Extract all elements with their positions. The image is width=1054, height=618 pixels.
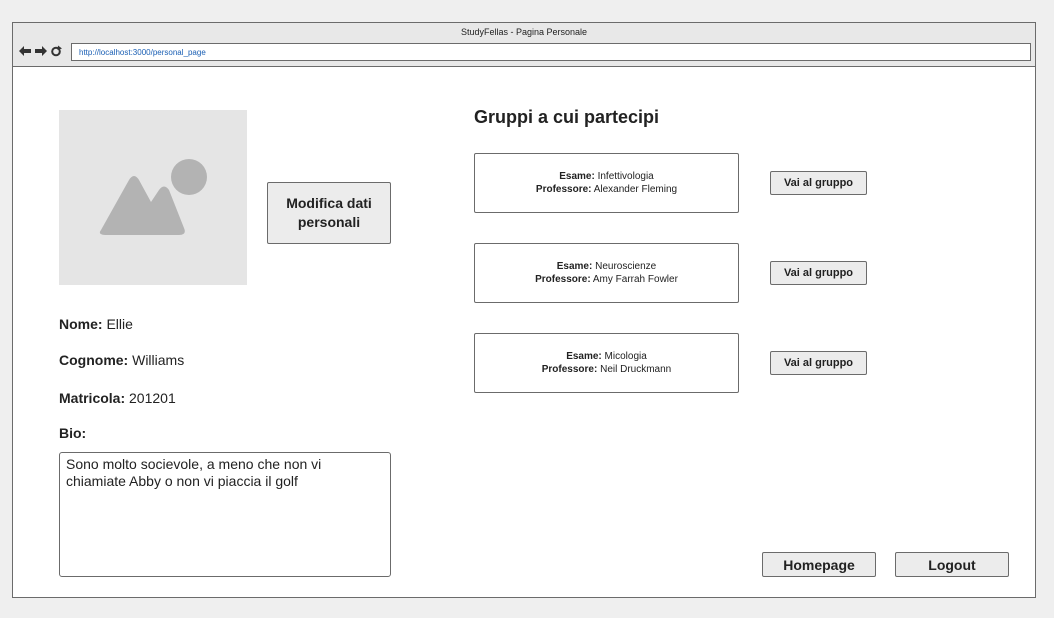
group-exam: Esame: Neuroscienze [557, 260, 657, 273]
group-card: Esame: Micologia Professore: Neil Druckm… [474, 333, 739, 393]
arrow-right-icon[interactable] [34, 45, 48, 57]
professor-label: Professore: [535, 274, 591, 285]
professor-label: Professore: [535, 184, 592, 195]
exam-label: Esame: [556, 261, 593, 272]
group-card: Esame: Neuroscienze Professore: Amy Farr… [474, 243, 739, 303]
nome-field: Nome: Ellie [59, 316, 133, 332]
window-title: StudyFellas - Pagina Personale [460, 27, 588, 37]
exam-value: Micologia [604, 351, 647, 362]
exam-label: Esame: [566, 351, 602, 362]
group-professor: Professore: Neil Druckmann [542, 363, 672, 376]
browser-window: StudyFellas - Pagina Personale http://lo… [12, 22, 1036, 598]
group-exam: Esame: Micologia [566, 350, 647, 363]
reload-icon[interactable] [50, 45, 63, 57]
matricola-value: 201201 [129, 390, 176, 406]
matricola-field: Matricola: 201201 [59, 390, 176, 406]
image-placeholder-icon [99, 159, 207, 235]
edit-profile-button[interactable]: Modifica dati personali [267, 182, 391, 244]
professor-value: Amy Farrah Fowler [592, 274, 678, 285]
exam-value: Infettivologia [597, 171, 654, 182]
exam-label: Esame: [559, 171, 595, 182]
exam-value: Neuroscienze [595, 261, 657, 272]
bio-field: Bio: [59, 425, 86, 441]
url-bar[interactable]: http://localhost:3000/personal_page [71, 43, 1031, 61]
arrow-left-icon[interactable] [18, 45, 32, 57]
profile-photo [59, 110, 247, 285]
go-to-group-button[interactable]: Vai al gruppo [770, 351, 867, 375]
cognome-field: Cognome: Williams [59, 352, 184, 368]
group-card: Esame: Infettivologia Professore: Alexan… [474, 153, 739, 213]
group-professor: Professore: Alexander Fleming [536, 183, 677, 196]
matricola-label: Matricola: [59, 390, 126, 406]
cognome-label: Cognome: [59, 352, 129, 368]
go-to-group-button[interactable]: Vai al gruppo [770, 171, 867, 195]
go-to-group-button[interactable]: Vai al gruppo [770, 261, 867, 285]
group-professor: Professore: Amy Farrah Fowler [535, 273, 678, 286]
nome-value: Ellie [106, 316, 133, 332]
nav-controls [18, 44, 63, 58]
homepage-button[interactable]: Homepage [762, 552, 876, 577]
title-bar: StudyFellas - Pagina Personale http://lo… [13, 23, 1035, 67]
logout-button[interactable]: Logout [895, 552, 1009, 577]
cognome-value: Williams [132, 352, 185, 368]
professor-value: Neil Druckmann [600, 364, 672, 375]
bio-label: Bio: [59, 425, 87, 441]
professor-label: Professore: [541, 364, 598, 375]
group-exam: Esame: Infettivologia [559, 170, 654, 183]
nome-label: Nome: [59, 316, 103, 332]
bio-textarea[interactable]: Sono molto socievole, a meno che non vi … [59, 452, 391, 577]
groups-title: Gruppi a cui partecipi [474, 107, 660, 127]
professor-value: Alexander Fleming [593, 184, 678, 195]
